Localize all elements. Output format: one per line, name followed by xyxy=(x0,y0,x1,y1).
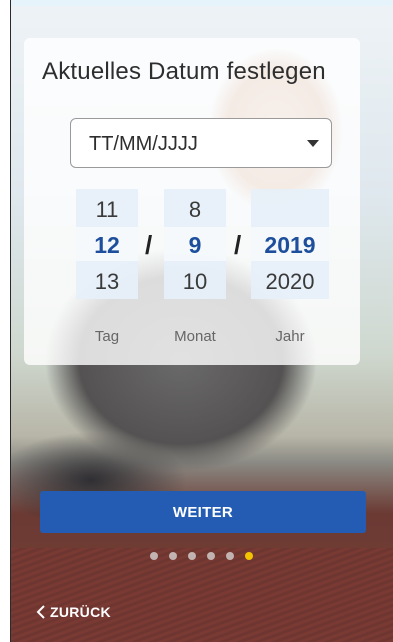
year-label: Jahr xyxy=(275,328,305,345)
day-picker[interactable]: 11 12 13 xyxy=(76,189,138,299)
pagination-dot xyxy=(226,552,234,560)
background-sky xyxy=(11,0,393,6)
day-next-value[interactable]: 13 xyxy=(76,269,138,295)
year-next-value[interactable]: 2020 xyxy=(251,269,329,295)
month-prev-value[interactable]: 8 xyxy=(164,197,226,223)
caret-down-icon xyxy=(307,140,319,147)
back-label: ZURÜCK xyxy=(50,604,111,620)
pagination-dot xyxy=(188,552,196,560)
back-button[interactable]: ZURÜCK xyxy=(36,604,111,620)
pagination-dot xyxy=(207,552,215,560)
continue-button[interactable]: WEITER xyxy=(40,491,366,533)
background-track xyxy=(11,548,393,642)
month-selected-value[interactable]: 9 xyxy=(164,232,226,259)
day-label: Tag xyxy=(94,328,120,345)
pagination-dots xyxy=(150,552,253,562)
date-format-dropdown[interactable]: TT/MM/JJJJ xyxy=(70,118,332,168)
date-format-value: TT/MM/JJJJ xyxy=(89,133,198,155)
pagination-dot xyxy=(150,552,158,560)
pagination-dot xyxy=(169,552,177,560)
pagination-dot xyxy=(245,552,253,560)
day-selected-value[interactable]: 12 xyxy=(76,232,138,259)
page-title: Aktuelles Datum festlegen xyxy=(42,58,326,85)
month-next-value[interactable]: 10 xyxy=(164,269,226,295)
year-selected-value[interactable]: 2019 xyxy=(251,232,329,259)
date-separator: / xyxy=(145,230,153,260)
month-picker[interactable]: 8 9 10 xyxy=(164,189,226,299)
year-picker[interactable]: 2019 2020 xyxy=(251,189,329,299)
chevron-left-icon xyxy=(36,605,46,619)
day-prev-value[interactable]: 11 xyxy=(76,197,138,223)
month-label: Monat xyxy=(174,328,216,345)
date-separator: / xyxy=(234,230,242,260)
